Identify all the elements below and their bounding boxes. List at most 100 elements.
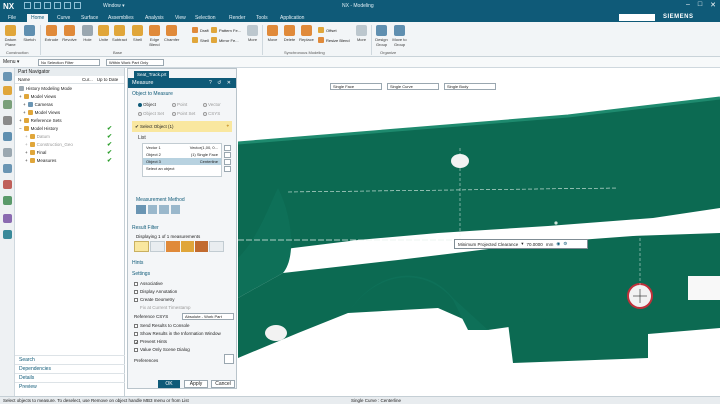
type-point-set-radio[interactable]: Point Set bbox=[172, 111, 195, 116]
hole-button[interactable]: Hole bbox=[80, 25, 95, 42]
document-tab[interactable]: Seat_Track.prt bbox=[134, 71, 170, 78]
column-current[interactable]: Cur... bbox=[82, 77, 93, 82]
hd3d-tools-icon[interactable] bbox=[3, 132, 12, 141]
filter-volume-icon[interactable] bbox=[180, 241, 194, 252]
dialog-title-buttons[interactable]: ? ↺ ✕ bbox=[209, 80, 233, 86]
body-rule-dropdown[interactable]: Single Body bbox=[444, 83, 496, 90]
design-group-button[interactable]: Design Group bbox=[374, 25, 389, 47]
associative-checkbox[interactable]: Associative bbox=[134, 281, 163, 286]
send-results-console-checkbox[interactable]: Send Results to Console bbox=[134, 323, 190, 328]
list-item[interactable]: + Model Views bbox=[15, 108, 124, 116]
measurement-result-box[interactable]: Minimum Projected Clearance ▾ 70.0000 mm… bbox=[454, 239, 588, 249]
window-menu[interactable]: Window ▾ bbox=[103, 3, 125, 9]
curve-rule-dropdown[interactable]: Single Curve bbox=[387, 83, 439, 90]
section-measurement-method[interactable]: Measurement Method bbox=[136, 197, 185, 203]
unite-button[interactable]: Unite bbox=[96, 25, 111, 42]
sketch-button[interactable]: Sketch bbox=[22, 25, 37, 42]
system-materials-icon[interactable] bbox=[3, 214, 12, 223]
section-result-filter[interactable]: Result Filter bbox=[132, 225, 159, 231]
show-results-info-window-checkbox[interactable]: Show Results in the Information Window bbox=[134, 331, 221, 336]
paste-icon[interactable] bbox=[74, 2, 81, 9]
lightweight-icon[interactable] bbox=[3, 230, 12, 239]
reuse-library-icon[interactable] bbox=[3, 116, 12, 125]
process-studio-icon[interactable] bbox=[3, 180, 12, 189]
create-geometry-checkbox[interactable]: Create Geometry bbox=[134, 297, 175, 302]
tab-render[interactable]: Render bbox=[225, 14, 249, 22]
panel-dependencies[interactable]: Dependencies bbox=[15, 364, 125, 373]
panel-search[interactable]: Search bbox=[15, 355, 125, 364]
list-item[interactable]: Select an object bbox=[143, 165, 221, 172]
filter-mass-icon[interactable] bbox=[194, 241, 208, 252]
tab-view[interactable]: View bbox=[171, 14, 190, 22]
tab-surface[interactable]: Surface bbox=[77, 14, 102, 22]
extrude-button[interactable]: Extrude bbox=[44, 25, 59, 42]
offset-region-button[interactable]: Offset bbox=[318, 27, 337, 33]
apply-button[interactable]: Apply bbox=[184, 380, 208, 388]
type-object-radio[interactable]: Object bbox=[138, 102, 156, 107]
list-item[interactable]: + Construction_Geo ✔ bbox=[15, 140, 124, 148]
filter-radius-icon[interactable] bbox=[208, 241, 225, 252]
list-item[interactable]: Object 2 (1) Single Face bbox=[143, 151, 221, 158]
tab-home[interactable]: Home bbox=[27, 14, 49, 22]
preferences-settings-icon[interactable] bbox=[224, 354, 234, 364]
graphics-window[interactable]: Single Face Single Curve Single Body Min… bbox=[238, 68, 720, 396]
minimize-icon[interactable]: – bbox=[686, 1, 690, 9]
maximize-icon[interactable]: □ bbox=[698, 1, 702, 9]
list-item[interactable]: + Measures ✔ bbox=[15, 156, 124, 164]
method-length-icon[interactable] bbox=[170, 205, 180, 214]
ok-button[interactable]: OK bbox=[158, 380, 180, 388]
column-name[interactable]: Name bbox=[18, 77, 78, 82]
shell-button[interactable]: Shell bbox=[130, 25, 145, 42]
undo-icon[interactable] bbox=[34, 2, 41, 9]
copy-icon[interactable] bbox=[64, 2, 71, 9]
value-only-scene-dialog-checkbox[interactable]: Value Only Scene Dialog bbox=[134, 347, 190, 352]
cut-icon[interactable] bbox=[54, 2, 61, 9]
list-item[interactable]: − Model History ✔ bbox=[15, 124, 124, 132]
tab-application[interactable]: Application bbox=[276, 14, 308, 22]
display-annotation-checkbox[interactable]: Display Annotation bbox=[134, 289, 177, 294]
type-vector-radio[interactable]: Vector bbox=[203, 102, 221, 107]
panel-preview[interactable]: Preview bbox=[15, 382, 125, 391]
save-icon[interactable] bbox=[24, 2, 31, 9]
datum-plane-button[interactable]: Datum Plane bbox=[3, 25, 18, 47]
pattern-feature-button[interactable]: Pattern Fe... bbox=[211, 27, 241, 33]
tab-file[interactable]: File bbox=[4, 14, 20, 22]
select-object-field[interactable]: ✔ Select Object (1) ⌖ bbox=[132, 121, 232, 132]
shell-small-button[interactable]: Shell bbox=[192, 37, 209, 43]
list-item[interactable]: + Cameras bbox=[15, 100, 124, 108]
method-projected-icon[interactable] bbox=[159, 205, 169, 214]
list-item[interactable]: History Modeling Mode bbox=[15, 84, 124, 92]
type-csys-radio[interactable]: CSYS bbox=[203, 111, 220, 116]
column-up-to-date[interactable]: Up to Date bbox=[97, 77, 119, 82]
remove-icon[interactable] bbox=[224, 145, 231, 151]
resize-blend-button[interactable]: Resize Blend bbox=[318, 37, 350, 43]
cancel-button[interactable]: Cancel bbox=[211, 380, 235, 388]
web-browser-icon[interactable] bbox=[3, 148, 12, 157]
more-feature-button[interactable]: More bbox=[245, 25, 260, 42]
assembly-navigator-icon[interactable] bbox=[3, 72, 12, 81]
method-distance-icon[interactable] bbox=[136, 205, 146, 214]
revolve-button[interactable]: Revolve bbox=[62, 25, 77, 42]
move-face-button[interactable]: Move bbox=[265, 25, 280, 42]
move-up-icon[interactable] bbox=[224, 152, 231, 158]
section-list[interactable]: List bbox=[138, 135, 146, 141]
reference-csys-dropdown[interactable]: Absolute - Work Part bbox=[182, 313, 234, 320]
tab-analysis[interactable]: Analysis bbox=[141, 14, 168, 22]
more-sync-button[interactable]: More bbox=[354, 25, 369, 42]
delete-face-button[interactable]: Delete bbox=[282, 25, 297, 42]
settings-icon[interactable]: ⚙ bbox=[563, 241, 567, 247]
mirror-feature-button[interactable]: Mirror Fe... bbox=[211, 37, 239, 43]
list-item[interactable]: Vector 1 Vector(1,00, 0... bbox=[143, 144, 221, 151]
type-point-radio[interactable]: Point bbox=[172, 102, 187, 107]
tab-selection[interactable]: Selection bbox=[191, 14, 220, 22]
face-rule-dropdown[interactable]: Single Face bbox=[330, 83, 382, 90]
section-hints[interactable]: Hints bbox=[132, 260, 143, 266]
part-navigator-icon[interactable] bbox=[3, 86, 12, 95]
list-item[interactable]: + Datum ✔ bbox=[15, 132, 124, 140]
section-settings[interactable]: Settings bbox=[132, 271, 150, 277]
selection-scope-dropdown[interactable]: Within Work Part Only bbox=[106, 59, 164, 66]
history-icon[interactable] bbox=[3, 164, 12, 173]
method-angle-icon[interactable] bbox=[147, 205, 157, 214]
redo-icon[interactable] bbox=[44, 2, 51, 9]
command-search-input[interactable] bbox=[619, 14, 655, 21]
